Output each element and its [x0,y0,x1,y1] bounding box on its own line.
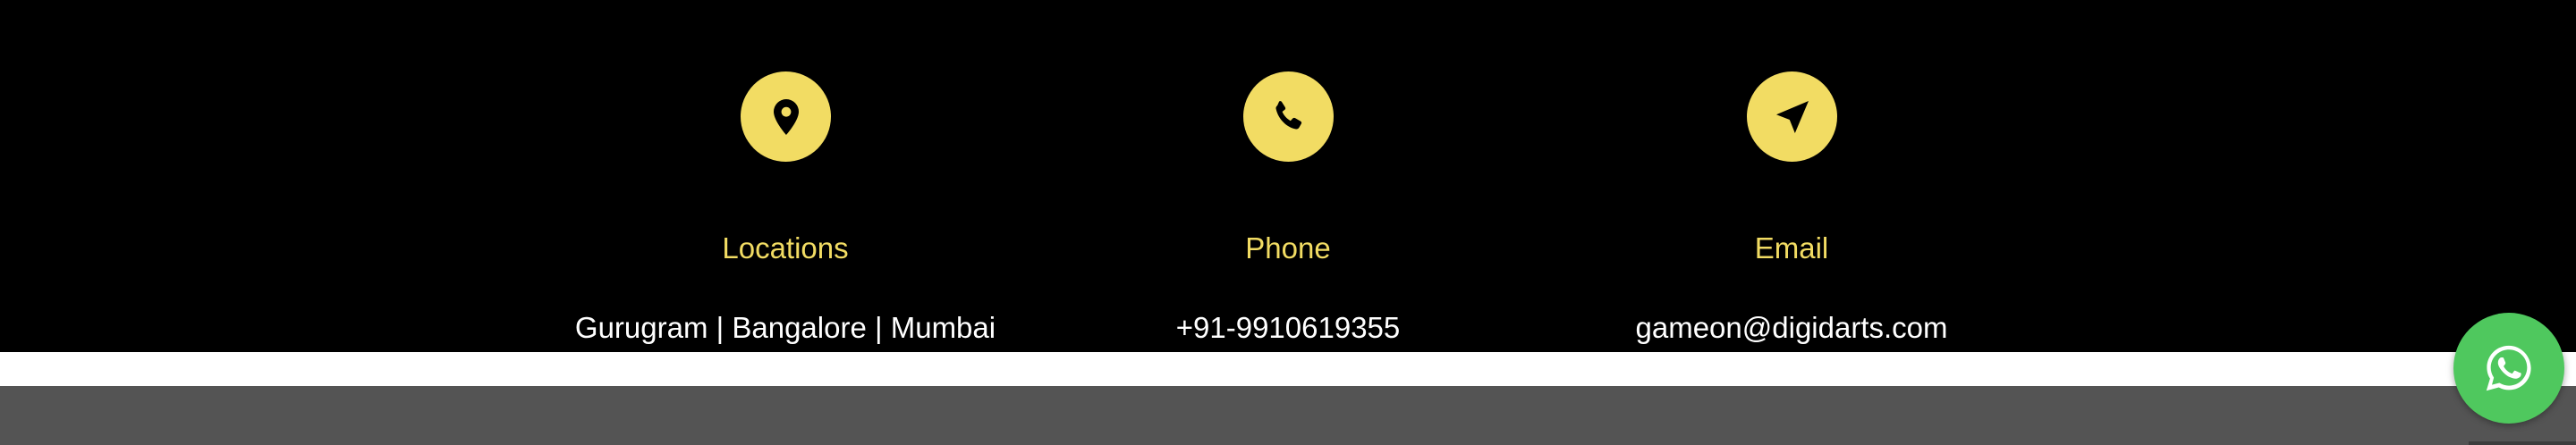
location-pin-icon [773,98,799,135]
send-arrow-icon [1775,100,1809,133]
contact-value[interactable]: gameon@digidarts.com [1541,310,2042,346]
contact-column-email: Email gameon@digidarts.com [1541,0,2042,352]
contact-column-locations: Locations Gurugram | Bangalore | Mumbai [535,0,1036,352]
whatsapp-icon [2486,345,2531,391]
contact-title: Email [1754,231,1829,264]
contact-column-phone: Phone +91-9910619355 [1038,0,1538,352]
section-divider [0,352,2576,386]
whatsapp-chat-button[interactable] [2453,313,2564,424]
footer-band [0,386,2576,445]
contact-title: Locations [722,231,849,264]
phone-icon [1275,100,1301,130]
phone-icon-badge [1243,71,1334,162]
location-icon-badge [741,71,831,162]
contact-title: Phone [1245,231,1331,264]
contact-value[interactable]: +91-9910619355 [1038,310,1538,346]
contact-value: Gurugram | Bangalore | Mumbai [574,311,996,344]
scrollbar-hint [2469,441,2576,445]
contact-info-section: Locations Gurugram | Bangalore | Mumbai … [0,0,2576,352]
email-icon-badge [1747,71,1837,162]
